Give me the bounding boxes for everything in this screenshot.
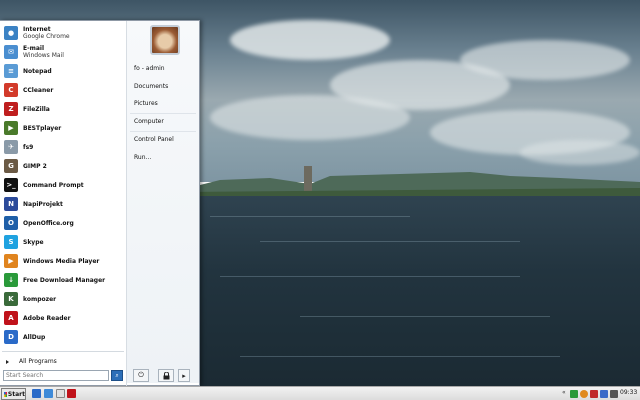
notepad-icon: ≡ <box>4 64 18 78</box>
program-label: Windows Media Player <box>23 257 100 265</box>
program-item[interactable]: N NapiProjekt <box>4 195 124 213</box>
program-item[interactable]: Kkompozer <box>4 290 124 308</box>
program-item[interactable]: ≡ Notepad <box>4 62 124 80</box>
all-programs-button[interactable]: All Programs <box>4 356 122 367</box>
program-label: kompozer <box>23 295 57 303</box>
lock-icon[interactable] <box>158 369 174 382</box>
program-sublabel: Windows Mail <box>23 52 64 59</box>
program-item[interactable]: C CCleaner <box>4 81 124 99</box>
napiprojekt-icon: N <box>4 197 18 211</box>
program-item[interactable]: O OpenOffice.org <box>4 214 124 232</box>
program-item[interactable]: ✉ E-mail Windows Mail <box>4 43 124 61</box>
program-item[interactable]: G GIMP 2 <box>4 157 124 175</box>
program-label: OpenOffice.org <box>23 219 74 227</box>
search-icon[interactable]: ⌕ <box>111 370 123 381</box>
program-label: Free Download Manager <box>23 276 106 284</box>
chrome-icon: ● <box>4 26 18 40</box>
program-item[interactable]: D AllDup <box>4 328 124 346</box>
places-pane <box>127 21 199 383</box>
download-manager-icon: ↓ <box>4 273 18 287</box>
program-label: Notepad <box>23 67 52 75</box>
ccleaner-icon: C <box>4 83 18 97</box>
mail-icon: ✉ <box>4 45 18 59</box>
place-user[interactable]: fo - admin <box>134 65 165 75</box>
place-documents[interactable]: Documents <box>134 83 168 93</box>
program-item[interactable]: ● Internet Google Chrome <box>4 24 124 42</box>
program-item[interactable]: S Skype <box>4 233 124 251</box>
switch-windows-icon[interactable] <box>44 389 53 398</box>
place-computer[interactable]: Computer <box>134 118 164 128</box>
program-item[interactable]: ▶ BESTplayer <box>4 119 124 137</box>
arrow-right-icon <box>6 359 9 364</box>
kompozer-icon: K <box>4 292 18 306</box>
power-icon[interactable]: ⏻ <box>133 369 149 382</box>
program-label: Adobe Reader <box>23 314 71 322</box>
program-sublabel: Google Chrome <box>23 33 70 40</box>
windows-logo-icon <box>4 391 7 397</box>
start-menu: ● Internet Google Chrome ✉ E-mail Windows Mai… <box>0 20 200 400</box>
start-button[interactable]: Start <box>1 388 26 400</box>
program-label: E-mail <box>23 45 45 52</box>
program-item[interactable]: ✈ fs9 <box>4 138 124 156</box>
place-control-panel[interactable]: Control Panel <box>134 136 174 146</box>
quick-launch-adobe-icon[interactable] <box>67 389 76 398</box>
terminal-icon: >_ <box>4 178 18 192</box>
alldup-icon: D <box>4 330 18 344</box>
program-item[interactable]: ▶ Windows Media Player <box>4 252 124 270</box>
power-options-arrow-icon[interactable]: ▸ <box>178 369 190 382</box>
start-label: Start <box>7 390 25 398</box>
program-label: BESTplayer <box>23 124 62 132</box>
place-pictures[interactable]: Pictures <box>134 100 158 110</box>
program-item[interactable]: Z FileZilla <box>4 100 124 118</box>
program-item[interactable]: >_ Command Prompt <box>4 176 124 194</box>
hills <box>180 166 640 196</box>
program-label: fs9 <box>23 143 34 151</box>
gimp-icon: G <box>4 159 18 173</box>
security-tray-icon[interactable] <box>590 390 598 398</box>
tray-app-icon[interactable] <box>600 390 608 398</box>
program-label: CCleaner <box>23 86 54 94</box>
openoffice-icon: O <box>4 216 18 230</box>
tray-expand-icon[interactable]: « <box>562 389 570 397</box>
clock[interactable]: 09:33 <box>620 389 637 396</box>
start-search-input[interactable] <box>3 370 109 381</box>
program-label: Skype <box>23 238 44 246</box>
quick-launch-app-icon[interactable] <box>56 389 65 398</box>
volume-tray-icon[interactable] <box>610 390 618 398</box>
taskbar: Start « 09:33 <box>0 386 640 400</box>
media-player-icon: ▶ <box>4 254 18 268</box>
download-tray-icon[interactable] <box>570 390 578 398</box>
program-label: FileZilla <box>23 105 50 113</box>
program-item[interactable]: ↓ Free Download Manager <box>4 271 124 289</box>
program-item[interactable]: A Adobe Reader <box>4 309 124 327</box>
program-label: NapiProjekt <box>23 200 63 208</box>
program-list: ● Internet Google Chrome ✉ E-mail Windows Mai… <box>0 21 126 353</box>
separator <box>2 351 124 352</box>
adobe-reader-icon: A <box>4 311 18 325</box>
program-label: Command Prompt <box>23 181 84 189</box>
network-tray-icon[interactable] <box>580 390 588 398</box>
user-avatar[interactable] <box>150 25 180 55</box>
program-label: Internet <box>23 26 51 33</box>
filezilla-icon: Z <box>4 102 18 116</box>
program-label: GIMP 2 <box>23 162 47 170</box>
place-run[interactable]: Run... <box>134 154 151 164</box>
bestplayer-icon: ▶ <box>4 121 18 135</box>
program-label: AllDup <box>23 333 46 341</box>
skype-icon: S <box>4 235 18 249</box>
show-desktop-icon[interactable] <box>32 389 41 398</box>
airplane-icon: ✈ <box>4 140 18 154</box>
all-programs-label: All Programs <box>19 358 57 365</box>
